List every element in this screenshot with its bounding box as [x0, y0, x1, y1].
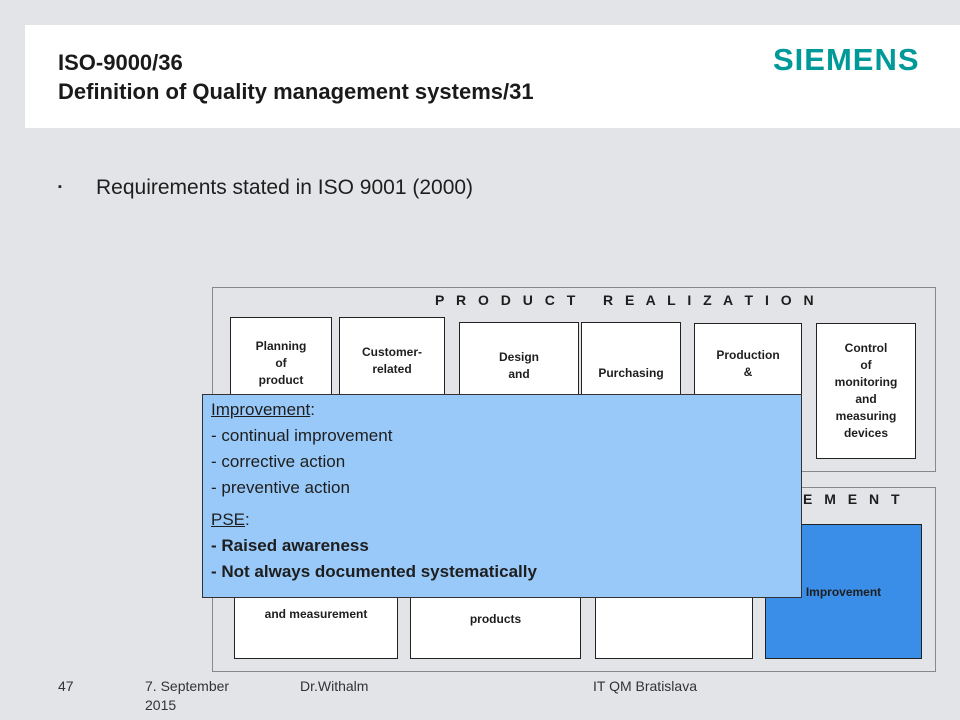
bullet-text: Requirements stated in ISO 9001 (2000): [96, 176, 474, 199]
improvement-label: Improvement: [805, 585, 882, 599]
callout-item: - Raised awareness: [211, 536, 369, 555]
callout-item: - Not always documented systematically: [211, 562, 537, 581]
planning-label: Planning of product: [255, 338, 307, 387]
nonconforming-products-label: products: [469, 612, 522, 626]
product-realization-title: P R O D U C T R E A L I Z A T I O N: [435, 292, 818, 308]
callout-item: - corrective action: [211, 452, 346, 471]
callout-heading-improvement-text: Improvement: [211, 400, 311, 419]
improvement-callout: Improvement: - continual improvement - c…: [202, 394, 802, 598]
callout-heading-pse-text: PSE: [211, 510, 246, 529]
callout-heading-pse-colon: :: [245, 510, 250, 529]
callout-heading-improvement: Improvement:: [211, 397, 793, 423]
callout-heading-pse: PSE:: [211, 507, 793, 533]
footer-date-line-2: 2015: [145, 697, 177, 713]
callout-item: - continual improvement: [211, 426, 393, 445]
square-bullet-icon: ▪: [58, 181, 62, 193]
measurement-title: E M E N T: [803, 491, 904, 507]
footer-author: Dr.Withalm: [300, 678, 369, 694]
page-number: 47: [58, 678, 74, 694]
title-line-1: ISO-9000/36: [58, 50, 183, 75]
design-label: Design and: [498, 349, 539, 381]
footer-date-line-1: 7. September: [145, 678, 230, 694]
control-devices-box: Control of monitoring and measuring devi…: [816, 323, 916, 459]
analysis-measurement-label: and measurement: [264, 607, 368, 621]
slide-title: ISO-9000/36 Definition of Quality manage…: [58, 48, 534, 106]
title-line-2: Definition of Quality management systems…: [58, 79, 534, 104]
production-label: Production &: [716, 347, 780, 379]
siemens-logo: SIEMENS: [773, 42, 920, 77]
callout-heading-improvement-colon: :: [310, 400, 315, 419]
footer-org: IT QM Bratislava: [593, 678, 697, 694]
customer-related-label: Customer- related: [361, 344, 422, 376]
control-devices-label: Control of monitoring and measuring devi…: [834, 341, 898, 440]
purchasing-label: Purchasing: [598, 365, 664, 380]
callout-item: - preventive action: [211, 478, 350, 497]
footer-date: 7. September 2015: [145, 677, 229, 715]
